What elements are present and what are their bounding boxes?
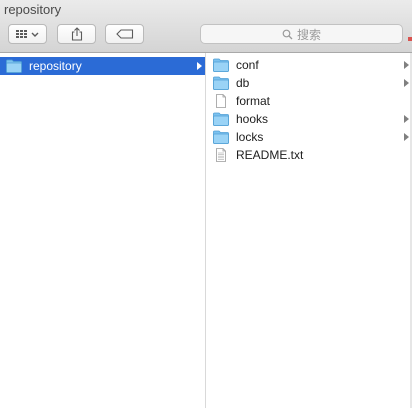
- folder-icon: [213, 58, 229, 72]
- window-title: repository: [4, 2, 62, 17]
- list-item-locks[interactable]: locks: [206, 128, 412, 146]
- list-item-label: format: [236, 94, 271, 108]
- list-item-label: repository: [29, 59, 82, 73]
- list-item-label: README.txt: [236, 148, 304, 162]
- list-item-label: conf: [236, 58, 259, 72]
- tag-icon: [115, 29, 133, 39]
- window-edge-mark: [408, 37, 412, 41]
- list-item-label: db: [236, 76, 250, 90]
- list-item-readme[interactable]: README.txt: [206, 146, 412, 164]
- view-options-button[interactable]: [8, 24, 47, 44]
- disclosure-arrow-icon: [404, 133, 409, 141]
- folder-icon: [213, 112, 229, 126]
- share-button[interactable]: [57, 24, 96, 44]
- browser-column-2[interactable]: conf db format hooks locks README.txt: [206, 53, 412, 408]
- list-item-hooks[interactable]: hooks: [206, 110, 412, 128]
- list-item-label: locks: [236, 130, 264, 144]
- disclosure-arrow-icon: [404, 79, 409, 87]
- folder-icon: [6, 59, 22, 73]
- chevron-down-icon: [31, 32, 38, 37]
- search-icon: [282, 29, 293, 39]
- folder-icon: [213, 76, 229, 90]
- list-item-repository[interactable]: repository: [0, 57, 205, 75]
- document-icon: [216, 94, 226, 108]
- list-item-label: hooks: [236, 112, 269, 126]
- share-icon: [71, 27, 82, 41]
- disclosure-arrow-icon: [197, 62, 202, 70]
- search-placeholder: 搜索: [296, 27, 321, 42]
- search-field[interactable]: 搜索: [200, 24, 403, 44]
- finder-toolbar: repository 搜索: [0, 0, 412, 53]
- edit-tags-button[interactable]: [105, 24, 144, 44]
- disclosure-arrow-icon: [404, 61, 409, 69]
- list-item-conf[interactable]: conf: [206, 56, 412, 74]
- disclosure-arrow-icon: [404, 115, 409, 123]
- text-document-icon: [216, 148, 226, 162]
- browser-column-1[interactable]: repository: [0, 53, 206, 408]
- list-item-db[interactable]: db: [206, 74, 412, 92]
- folder-icon: [213, 130, 229, 144]
- list-item-format[interactable]: format: [206, 92, 412, 110]
- grid-view-icon: [15, 30, 38, 38]
